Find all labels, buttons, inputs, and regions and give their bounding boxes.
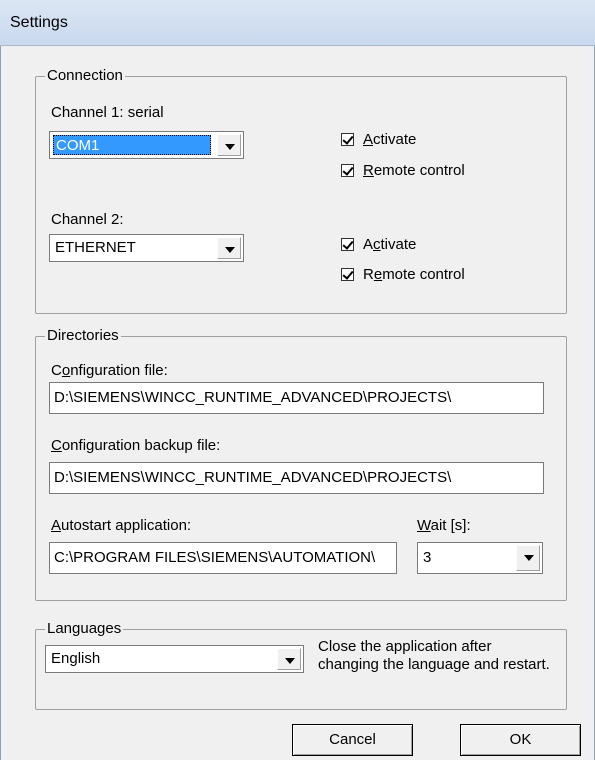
channel2-activate-checkbox[interactable]: Activate xyxy=(341,236,416,253)
checkbox-checked-icon[interactable] xyxy=(341,133,354,146)
channel2-label: Channel 2: xyxy=(51,211,124,228)
autostart-field[interactable] xyxy=(49,542,397,574)
config-file-label: Configuration file: xyxy=(51,362,168,379)
channel1-remote-label: Remote control xyxy=(363,162,465,179)
chevron-down-icon[interactable] xyxy=(516,545,540,571)
channel1-select[interactable]: COM1 xyxy=(49,131,244,159)
languages-group-title: Languages xyxy=(45,620,124,638)
chevron-down-icon[interactable] xyxy=(277,648,301,670)
channel2-activate-label: Activate xyxy=(363,236,417,253)
channel1-label: Channel 1: serial xyxy=(51,104,164,121)
title-bar: Settings xyxy=(0,0,595,46)
channel1-activate-checkbox[interactable]: Activate xyxy=(341,131,416,148)
autostart-input[interactable] xyxy=(50,543,396,572)
autostart-label: Autostart application: xyxy=(51,517,192,534)
window-frame-left xyxy=(0,46,1,760)
checkbox-checked-icon[interactable] xyxy=(341,268,354,281)
wait-select[interactable]: 3 xyxy=(417,542,543,574)
checkbox-checked-icon[interactable] xyxy=(341,164,354,177)
languages-note: Close the application after changing the… xyxy=(318,638,550,673)
config-file-input[interactable] xyxy=(50,383,543,412)
language-value: English xyxy=(51,650,101,667)
config-file-field[interactable] xyxy=(49,382,544,414)
chevron-down-icon[interactable] xyxy=(217,134,241,156)
connection-group-title: Connection xyxy=(45,67,125,85)
backup-file-label: Configuration backup file: xyxy=(51,437,221,454)
ok-button[interactable]: OK xyxy=(460,724,581,756)
channel1-remote-checkbox[interactable]: Remote control xyxy=(341,162,465,179)
checkbox-checked-icon[interactable] xyxy=(341,238,354,251)
cancel-button[interactable]: Cancel xyxy=(292,724,413,756)
channel2-select[interactable]: ETHERNET xyxy=(49,234,244,262)
chevron-down-icon[interactable] xyxy=(217,237,241,259)
wait-value: 3 xyxy=(423,549,432,566)
channel1-activate-label: Activate xyxy=(363,131,417,148)
channel2-remote-checkbox[interactable]: Remote control xyxy=(341,266,465,283)
backup-file-field[interactable] xyxy=(49,462,544,494)
channel1-value: COM1 xyxy=(53,135,211,155)
wait-label: Wait [s]: xyxy=(417,517,471,534)
window-title: Settings xyxy=(10,14,68,31)
channel2-value: ETHERNET xyxy=(55,239,136,256)
backup-file-input[interactable] xyxy=(50,463,543,492)
directories-group-title: Directories xyxy=(45,327,121,345)
language-select[interactable]: English xyxy=(45,645,304,673)
channel2-remote-label: Remote control xyxy=(363,266,465,283)
